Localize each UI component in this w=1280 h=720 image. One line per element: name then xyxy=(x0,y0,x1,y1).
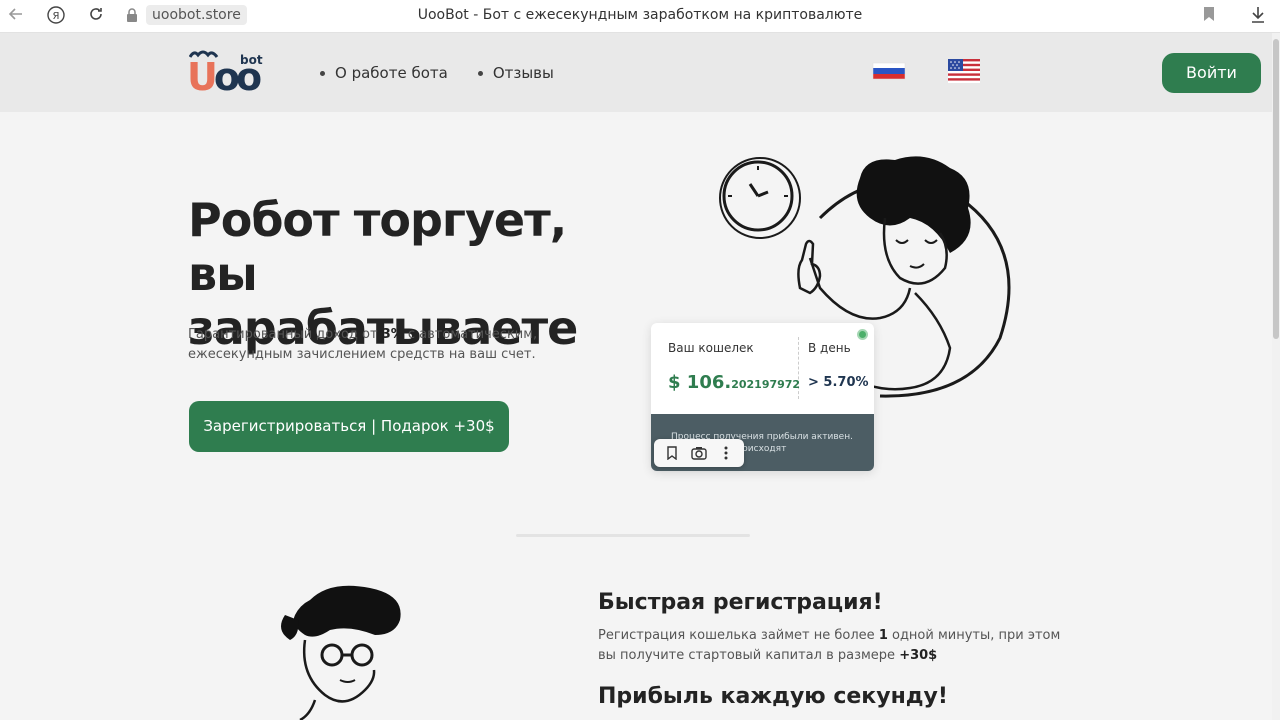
us-flag-icon[interactable] xyxy=(947,58,981,84)
login-button[interactable]: Войти xyxy=(1162,53,1261,93)
more-options-icon[interactable] xyxy=(716,443,736,463)
feature-title-profit-per-second: Прибыль каждую секунду! xyxy=(598,684,948,709)
wallet-day-label: В день xyxy=(808,341,851,355)
menu-item-label: О работе бота xyxy=(335,64,448,82)
hero-subtitle-bold: 3% xyxy=(381,327,404,342)
floating-media-toolbar xyxy=(654,439,744,467)
section-divider xyxy=(516,534,750,537)
status-indicator-icon xyxy=(857,329,868,340)
wallet-balance: $ 106.202197972 xyxy=(668,372,800,393)
page-title: UooBot - Бот с ежесекундным заработком н… xyxy=(417,7,863,23)
menu-item-reviews[interactable]: Отзывы xyxy=(477,64,554,82)
main-menu: О работе бота Отзывы xyxy=(320,64,554,82)
feature-text-pre: Регистрация кошелька займет не более xyxy=(598,628,879,643)
bullet-icon xyxy=(320,70,325,76)
feature-text-bold-2: +30$ xyxy=(899,648,938,663)
wallet-balance-main: $ 106. xyxy=(668,372,732,393)
person-with-glasses-illustration xyxy=(281,585,401,720)
bookmark-icon[interactable] xyxy=(662,443,682,463)
feature-text-bold-1: 1 xyxy=(878,628,888,643)
logo-text: Uoo xyxy=(187,55,262,99)
bookmark-icon[interactable] xyxy=(1202,6,1220,26)
logo[interactable]: bot Uoo xyxy=(187,49,269,97)
logo-u: U xyxy=(187,55,218,99)
feature-title-fast-registration: Быстрая регистрация! xyxy=(598,590,883,615)
register-button[interactable]: Зарегистрироваться | Подарок +30$ xyxy=(189,401,509,452)
camera-icon[interactable] xyxy=(689,443,709,463)
site-header: bot Uoo О работе бота Отзывы Войти xyxy=(0,33,1280,112)
wallet-balance-fraction: 202197972 xyxy=(731,378,801,391)
download-icon[interactable] xyxy=(1250,6,1268,26)
menu-item-about[interactable]: О работе бота xyxy=(320,64,448,82)
logo-oo: oo xyxy=(213,55,262,99)
feature-text-fast-registration: Регистрация кошелька займет не более 1 о… xyxy=(598,626,1078,666)
scrollbar[interactable] xyxy=(1272,33,1280,720)
hero-subtitle: Гарантированный доход от 3% с автоматиче… xyxy=(188,325,548,365)
bullet-icon xyxy=(477,70,483,76)
ru-flag-icon[interactable] xyxy=(872,58,906,84)
scroll-thumb[interactable] xyxy=(1273,39,1279,339)
menu-item-label: Отзывы xyxy=(492,64,554,82)
hero-subtitle-pre: Гарантированный доход от xyxy=(188,327,382,342)
browser-toolbar: Я uoobot.store UooBot - Бот с ежесекундн… xyxy=(0,0,1280,33)
wallet-daily-rate: > 5.70% xyxy=(808,375,869,390)
wallet-label: Ваш кошелек xyxy=(668,341,754,355)
